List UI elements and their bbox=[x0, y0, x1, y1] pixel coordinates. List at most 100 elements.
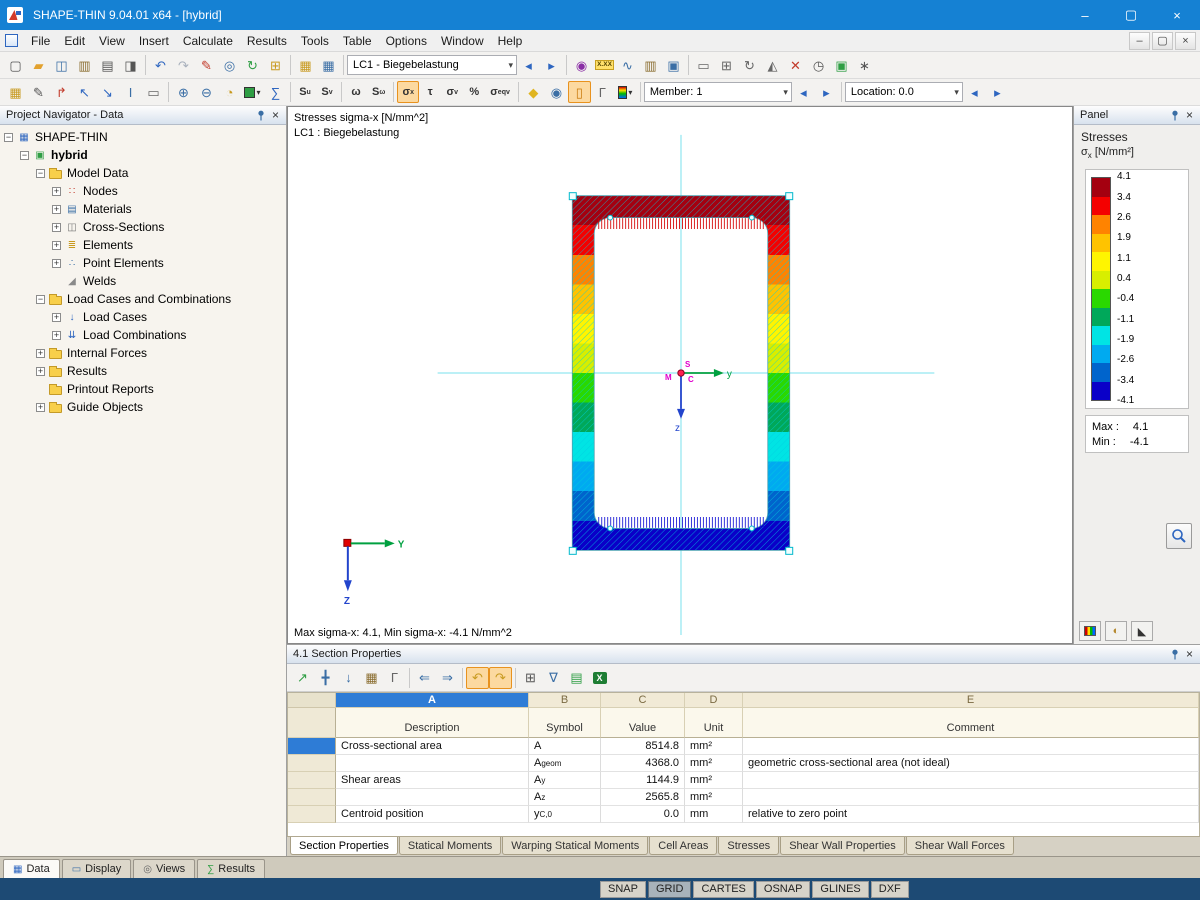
panel-toggle-button[interactable]: ▯ bbox=[567, 81, 591, 103]
section-ibeam-button[interactable]: I bbox=[119, 81, 142, 103]
cell-unit[interactable]: mm² bbox=[685, 755, 743, 772]
result-diagram-button[interactable]: ∿ bbox=[616, 54, 639, 76]
previous-location-button[interactable]: ◂ bbox=[963, 81, 986, 103]
status-toggle-cartes[interactable]: CARTES bbox=[693, 880, 754, 898]
stress-su-button[interactable]: Su bbox=[294, 81, 316, 103]
cell-description[interactable]: Cross-sectional area bbox=[336, 738, 529, 755]
collapse-icon[interactable]: − bbox=[20, 150, 29, 160]
zoom-details-button[interactable] bbox=[1166, 523, 1192, 549]
column-header-e[interactable]: E bbox=[743, 693, 1199, 708]
tree-item-cross-sections[interactable]: + ◫ Cross-Sections bbox=[0, 218, 286, 236]
location-combo[interactable]: Location: 0.0 ▾ bbox=[844, 82, 963, 102]
cell-unit[interactable]: mm² bbox=[685, 789, 743, 806]
status-toggle-glines[interactable]: GLINES bbox=[812, 880, 869, 898]
menu-help[interactable]: Help bbox=[491, 31, 530, 51]
collapse-icon[interactable]: − bbox=[36, 294, 45, 304]
mirror-view-button[interactable]: ◭ bbox=[761, 54, 784, 76]
menu-table[interactable]: Table bbox=[336, 31, 379, 51]
table-chart-button[interactable]: ▤ bbox=[565, 667, 588, 689]
stress-sigma-x-button[interactable]: σx bbox=[397, 81, 420, 103]
tree-item-materials[interactable]: + ▤ Materials bbox=[0, 200, 286, 218]
table-first-button[interactable]: ⇐ bbox=[413, 667, 436, 689]
column-header-c[interactable]: C bbox=[601, 693, 685, 708]
tree-item-model-data[interactable]: − Model Data bbox=[0, 164, 286, 182]
close-icon[interactable]: × bbox=[269, 109, 282, 121]
expand-icon[interactable]: + bbox=[36, 402, 45, 412]
pin-icon[interactable] bbox=[253, 110, 269, 121]
row-header-1[interactable] bbox=[288, 738, 336, 755]
table-redo-button[interactable]: ↷ bbox=[489, 666, 512, 689]
table-tab-section-properties[interactable]: Section Properties bbox=[290, 837, 398, 855]
row-header-3[interactable] bbox=[288, 772, 336, 789]
close-button[interactable]: × bbox=[1154, 0, 1200, 30]
close-icon[interactable]: × bbox=[1183, 648, 1196, 660]
snap-grid-button[interactable]: ⊞ bbox=[264, 54, 287, 76]
cell-comment[interactable]: relative to zero point bbox=[743, 806, 1199, 823]
navigator-tab-views[interactable]: ◎ Views bbox=[133, 859, 196, 878]
column-header-d[interactable]: D bbox=[685, 693, 743, 708]
navigator-tab-data[interactable]: ▦ Data bbox=[3, 859, 60, 878]
previous-load-case-button[interactable]: ◂ bbox=[517, 54, 540, 76]
table-tab-shear-wall-forces[interactable]: Shear Wall Forces bbox=[905, 837, 1014, 855]
save-all-button[interactable]: ▥ bbox=[73, 54, 96, 76]
report-button[interactable]: ▥ bbox=[639, 54, 662, 76]
cut-view-button[interactable]: ✕ bbox=[784, 54, 807, 76]
navigator-tab-results[interactable]: ∑ Results bbox=[197, 859, 265, 878]
stress-sigma-eqv-button[interactable]: σ eqv bbox=[485, 81, 515, 103]
cell-value[interactable]: 4368.0 bbox=[601, 755, 685, 772]
expand-icon[interactable]: + bbox=[52, 330, 61, 340]
display-properties-button[interactable]: ◐ bbox=[1105, 621, 1127, 641]
previous-member-button[interactable]: ◂ bbox=[792, 81, 815, 103]
expand-icon[interactable]: + bbox=[52, 204, 61, 214]
menu-edit[interactable]: Edit bbox=[57, 31, 92, 51]
load-case-combo[interactable]: LC1 - Biegebelastung ▾ bbox=[347, 55, 517, 75]
tree-item-shape-thin[interactable]: − ▦ SHAPE-THIN bbox=[0, 128, 286, 146]
tree-item-elements[interactable]: + ≣ Elements bbox=[0, 236, 286, 254]
cell-comment[interactable] bbox=[743, 789, 1199, 806]
menu-tools[interactable]: Tools bbox=[294, 31, 336, 51]
excel-export-button[interactable]: X bbox=[588, 667, 611, 689]
rotate-view-button[interactable]: ↻ bbox=[738, 54, 761, 76]
rendering-button[interactable]: ◣ bbox=[1131, 621, 1153, 641]
expand-icon[interactable]: + bbox=[36, 348, 45, 358]
cell-value[interactable]: 8514.8 bbox=[601, 738, 685, 755]
tree-item-load-cases-and-combinations[interactable]: − Load Cases and Combinations bbox=[0, 290, 286, 308]
cell-unit[interactable]: mm bbox=[685, 806, 743, 823]
table-tab-shear-wall-properties[interactable]: Shear Wall Properties bbox=[780, 837, 905, 855]
pictures-button[interactable]: ▣ bbox=[662, 54, 685, 76]
menu-calculate[interactable]: Calculate bbox=[176, 31, 240, 51]
history-button[interactable]: ◷ bbox=[807, 54, 830, 76]
tree-item-internal-forces[interactable]: + Internal Forces bbox=[0, 344, 286, 362]
undo-button[interactable]: ↶ bbox=[149, 54, 172, 76]
cell-description[interactable]: Centroid position bbox=[336, 806, 529, 823]
cell-value[interactable]: 1144.9 bbox=[601, 772, 685, 789]
status-toggle-snap[interactable]: SNAP bbox=[600, 880, 646, 898]
column-header-a[interactable]: A bbox=[336, 693, 529, 708]
mdi-restore-button[interactable]: ▢ bbox=[1152, 31, 1173, 50]
cell-comment[interactable] bbox=[743, 738, 1199, 755]
cell-comment[interactable] bbox=[743, 772, 1199, 789]
expand-icon[interactable]: + bbox=[52, 240, 61, 250]
chevron-down-icon[interactable]: ▾ bbox=[504, 60, 513, 71]
status-toggle-grid[interactable]: GRID bbox=[647, 880, 692, 898]
sum-button[interactable]: ∑ bbox=[264, 81, 287, 103]
status-toggle-osnap[interactable]: OSNAP bbox=[755, 880, 811, 898]
menu-results[interactable]: Results bbox=[240, 31, 294, 51]
table-calculator-button[interactable]: ⊞ bbox=[519, 667, 542, 689]
collapse-icon[interactable]: − bbox=[4, 132, 13, 142]
menu-view[interactable]: View bbox=[92, 31, 132, 51]
graphics-window[interactable]: y z S M C Y Z Stresses sigma-x [N/mm^2] … bbox=[287, 106, 1073, 644]
pin-icon[interactable] bbox=[1167, 649, 1183, 660]
tree-item-hybrid[interactable]: − ▣ hybrid bbox=[0, 146, 286, 164]
tree-item-nodes[interactable]: + ∷ Nodes bbox=[0, 182, 286, 200]
menu-window[interactable]: Window bbox=[434, 31, 491, 51]
minimize-button[interactable]: – bbox=[1062, 0, 1108, 30]
next-location-button[interactable]: ▸ bbox=[986, 81, 1009, 103]
row-header-2[interactable] bbox=[288, 755, 336, 772]
zoom-region-button[interactable]: ◎ bbox=[218, 54, 241, 76]
cell-symbol[interactable]: Ageom bbox=[529, 755, 601, 772]
fill-color-button[interactable]: ▾ bbox=[241, 81, 264, 103]
cell-symbol[interactable]: y C,0 bbox=[529, 806, 601, 823]
print-preview-button[interactable]: ◨ bbox=[119, 54, 142, 76]
pin-icon[interactable] bbox=[1167, 110, 1183, 121]
